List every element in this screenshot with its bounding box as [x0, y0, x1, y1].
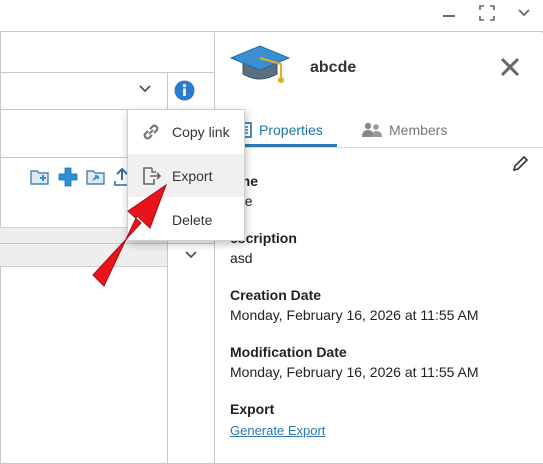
tab-members[interactable]: Members	[361, 113, 471, 147]
menu-item-label: Delete	[172, 211, 213, 228]
maximize-button[interactable]	[474, 2, 500, 24]
menu-item-label: Export	[172, 167, 213, 184]
members-icon	[362, 122, 382, 137]
expand-icon	[479, 5, 495, 21]
new-folder-icon[interactable]	[30, 167, 50, 187]
graduation-cap-icon	[229, 45, 291, 83]
add-icon[interactable]	[58, 167, 78, 187]
link-icon	[143, 124, 159, 139]
info-icon[interactable]	[174, 80, 195, 101]
properties-panel: abcde Properties Members ame cde escript…	[214, 33, 543, 463]
chevron-down-icon	[518, 9, 530, 17]
menu-item-copy-link[interactable]: Copy link	[128, 110, 244, 153]
close-icon[interactable]	[498, 55, 522, 79]
property-value-creation-date: Monday, February 16, 2026 at 11:55 AM	[230, 307, 479, 323]
divider	[0, 243, 214, 244]
tab-label: Members	[389, 122, 448, 138]
title-bar	[0, 0, 543, 32]
minimize-icon	[443, 15, 455, 17]
tab-properties[interactable]: Properties	[237, 113, 337, 147]
context-menu: Copy link Export Delete	[127, 109, 245, 241]
menu-item-export[interactable]: Export	[128, 154, 244, 197]
property-value-description: asd	[230, 250, 253, 266]
minimize-button[interactable]	[436, 2, 462, 24]
divider	[215, 147, 543, 148]
property-label-export: Export	[230, 401, 275, 417]
export-icon	[143, 166, 162, 185]
generate-export-link[interactable]: Generate Export	[230, 423, 325, 438]
edit-icon[interactable]	[511, 155, 529, 173]
property-value-modification-date: Monday, February 16, 2026 at 11:55 AM	[230, 364, 479, 380]
chevron-down-icon[interactable]	[138, 82, 152, 96]
property-label-creation-date: Creation Date	[230, 287, 322, 303]
panel-title: abcde	[310, 59, 357, 76]
divider	[0, 72, 214, 73]
collapse-button[interactable]	[511, 2, 537, 24]
menu-item-delete[interactable]: Delete	[128, 198, 244, 241]
chevron-down-icon[interactable]	[184, 248, 198, 262]
column-divider	[167, 73, 168, 109]
tab-label: Properties	[259, 122, 323, 138]
menu-item-label: Copy link	[172, 123, 230, 140]
property-label-modification-date: Modification Date	[230, 344, 347, 360]
move-folder-icon[interactable]	[86, 167, 106, 187]
